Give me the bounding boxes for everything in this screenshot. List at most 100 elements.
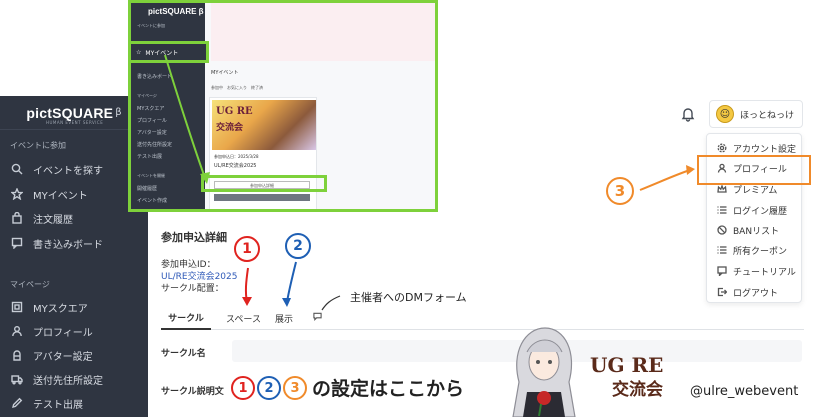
menu-item-ban-list[interactable]: BANリスト: [717, 221, 779, 239]
truck-icon: [10, 372, 24, 386]
banner-caption: の設定はここから: [312, 378, 465, 400]
sidebar-item-order-history[interactable]: 注文履歴: [10, 208, 140, 228]
tab-exhibit[interactable]: 展示: [269, 306, 299, 330]
section-my-title: マイページ: [10, 280, 50, 289]
menu-item-label: 所有クーポン: [733, 246, 788, 257]
coupon-icon: [717, 245, 727, 255]
crown-icon: [717, 184, 727, 194]
inset-item: テスト出展: [137, 154, 163, 160]
sidebar-item-label: プロフィール: [33, 327, 93, 339]
inset-logo: pictSQUARE β: [148, 7, 204, 16]
tab-circle[interactable]: サークル: [161, 306, 211, 330]
search-icon: [10, 162, 24, 176]
user-name: ほっとねっけ: [740, 110, 795, 121]
event-logo: UG RE 交流会: [590, 353, 682, 400]
menu-item-label: チュートリアル: [733, 267, 796, 278]
menu-item-login-history[interactable]: ログイン履歴: [717, 201, 787, 219]
tab-space[interactable]: スペース: [221, 306, 266, 330]
field-label-circle-name: サークル名: [161, 349, 206, 359]
menu-item-label: ログイン履歴: [733, 206, 788, 217]
inset-item: MYスクエア: [137, 106, 165, 112]
avatar-icon: [10, 348, 24, 362]
inset-screenshot: pictSQUARE β イベントに参加 書き込みボード マイページ MYスクエ…: [128, 0, 438, 212]
menu-item-logout[interactable]: ログアウト: [717, 283, 778, 301]
app-logo[interactable]: pictSQUARE: [26, 105, 113, 121]
square-icon: [10, 300, 24, 314]
mascot-illustration: [512, 327, 576, 417]
annotation-number-1: 1: [234, 236, 260, 262]
field-label-circle-desc: サークル説明文: [161, 387, 224, 397]
gear-icon: [717, 143, 727, 153]
logo-bottom-text: 交流会: [612, 380, 663, 400]
star-icon: ☆: [136, 48, 142, 56]
red-arrow-head: [242, 297, 252, 306]
brand-header[interactable]: pictSQUARE β HUMAN EVENT SERVICE: [0, 96, 148, 130]
inset-section-host: イベントを開催: [137, 173, 165, 178]
message-icon: [10, 236, 24, 250]
inset-my-event-label: MYイベント: [145, 49, 179, 57]
sidebar-item-label: 書き込みボード: [33, 239, 103, 251]
sidebar-item-find-event[interactable]: イベントを探す: [10, 159, 140, 179]
menu-item-coupons[interactable]: 所有クーポン: [717, 241, 787, 259]
user-icon: [10, 324, 24, 338]
screenshot-canvas: pictSQUARE β HUMAN EVENT SERVICE イベントに参加…: [0, 0, 815, 417]
bag-icon: [10, 211, 24, 225]
event-card-dark-button[interactable]: [214, 194, 310, 201]
inset-item: イベント作成: [137, 198, 168, 204]
event-card[interactable]: UG RE 交流会 参加申込日：2025/3/28 UL/RE交流会2025 参…: [209, 97, 317, 209]
profile-highlight-box: [697, 155, 811, 185]
notification-bell-icon[interactable]: [680, 106, 696, 122]
avatar: ☺: [716, 105, 734, 123]
event-card-image: UG RE 交流会: [212, 100, 316, 150]
banner-number-2: 2: [257, 376, 281, 400]
detail-button-highlight: [201, 175, 327, 192]
event-logo-text: UG RE: [216, 106, 253, 117]
sidebar-item-shipping[interactable]: 送付先住所設定: [10, 369, 140, 389]
chat-icon: [312, 312, 322, 324]
chat-icon: [717, 266, 727, 276]
user-menu-button[interactable]: ☺ ほっとねっけ: [709, 100, 803, 128]
circle-placement-label: サークル配置：: [161, 284, 224, 294]
star-icon: [10, 187, 24, 201]
event-logo-text-sub: 交流会: [216, 123, 244, 133]
sidebar-item-label: アバター設定: [33, 351, 93, 363]
menu-item-label: BANリスト: [733, 226, 780, 237]
dm-form-annotation: 主催者へのDMフォーム: [350, 291, 467, 304]
orange-arrow: [639, 169, 691, 191]
annotation-number-2: 2: [285, 233, 311, 259]
sidebar-item-test-exhibit[interactable]: テスト出展: [10, 393, 140, 413]
sidebar-item-label: 注文履歴: [33, 214, 73, 226]
sidebar-item-board[interactable]: 書き込みボード: [10, 233, 140, 253]
inset-sidebar: pictSQUARE β イベントに参加 書き込みボード マイページ MYスクエ…: [131, 3, 205, 209]
section-event-title: イベントに参加: [10, 141, 66, 150]
social-handle: @ulre_webevent: [690, 384, 799, 399]
sidebar-item-avatar[interactable]: アバター設定: [10, 345, 140, 365]
detail-tabs: サークル スペース 展示: [161, 306, 804, 330]
inset-item: アバター設定: [137, 130, 167, 136]
sidebar-item-my-square[interactable]: MYスクエア: [10, 297, 140, 317]
inset-section-event: イベントに参加: [137, 23, 165, 28]
menu-item-tutorial[interactable]: チュートリアル: [717, 262, 796, 280]
banner-number-3: 3: [283, 376, 307, 400]
event-card-date: 参加申込日：2025/3/28: [214, 154, 259, 159]
tagline: HUMAN EVENT SERVICE: [46, 120, 104, 125]
tab-dm[interactable]: [309, 306, 325, 330]
sidebar: pictSQUARE β HUMAN EVENT SERVICE イベントに参加…: [0, 96, 148, 417]
sidebar-item-label: MYスクエア: [33, 303, 88, 315]
menu-item-label: ログアウト: [733, 288, 779, 299]
sidebar-item-my-event[interactable]: MYイベント: [10, 184, 140, 204]
logout-icon: [717, 287, 727, 297]
sidebar-item-label: MYイベント: [33, 190, 88, 202]
sidebar-item-label: イベントを探す: [33, 165, 103, 177]
inset-my-event-highlight[interactable]: ☆ MYイベント: [131, 41, 209, 63]
ban-icon: [717, 225, 727, 235]
sidebar-item-label: テスト出展: [33, 399, 83, 411]
event-card-name: UL/RE交流会2025: [214, 163, 257, 169]
inset-tabs: 参加中 お気に入り 終了済: [211, 85, 263, 90]
inset-item: 開催履歴: [137, 186, 158, 192]
blue-arrow: [286, 261, 297, 303]
inset-item: 送付先住所設定: [137, 142, 173, 148]
sidebar-item-profile[interactable]: プロフィール: [10, 321, 140, 341]
red-arrow: [244, 267, 249, 303]
inset-item: プロフィール: [137, 118, 167, 124]
